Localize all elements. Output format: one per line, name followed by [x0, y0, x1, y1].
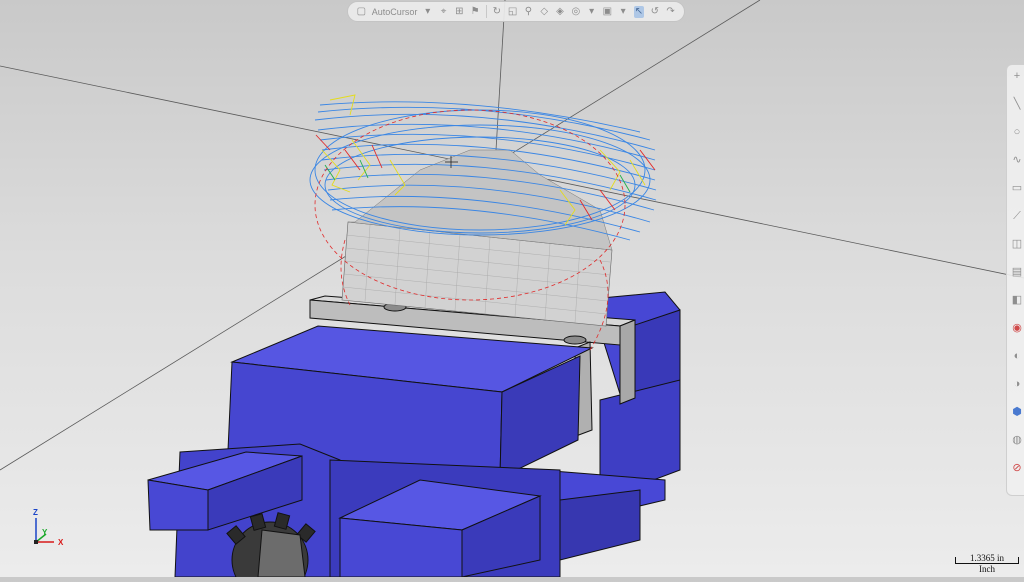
verify-icon[interactable]: ◐	[1010, 349, 1024, 363]
vise-model	[147, 291, 681, 582]
redo-icon[interactable]: ↷	[665, 6, 676, 18]
rotate-icon[interactable]: ↻	[491, 6, 502, 18]
display-dropdown-icon[interactable]: ▾	[586, 6, 597, 18]
measure-icon[interactable]: ⟋	[1010, 209, 1024, 223]
surface-icon[interactable]: ◫	[1010, 237, 1024, 251]
scale-bar: 1.3365 in Inch	[951, 553, 1023, 575]
view-triad: Z Y X	[28, 508, 68, 552]
wireframe-icon[interactable]: ◇	[539, 6, 550, 18]
settings-icon[interactable]: ◍	[1010, 433, 1024, 447]
toolpath-icon[interactable]: ◉	[1010, 321, 1024, 335]
info-icon[interactable]: ⬢	[1010, 405, 1024, 419]
graphics-viewport[interactable]	[0, 0, 1024, 582]
pointer-icon[interactable]: ↖	[633, 5, 645, 18]
scale-unit: Inch	[979, 564, 995, 574]
right-toolbar: + ╲ ○ ∿ ▭ ⟋ ◫ ▤ ◧ ◉ ◐ ◑ ⬢ ◍ ⊘	[1006, 64, 1024, 496]
backplot-icon[interactable]: ◑	[1010, 377, 1024, 391]
solid-icon[interactable]: ◧	[1010, 293, 1024, 307]
spline-icon[interactable]: ∿	[1010, 153, 1024, 167]
scale-tick-right	[1018, 557, 1019, 564]
autocursor-label[interactable]: AutoCursor	[372, 7, 418, 17]
triad-z-label: Z	[33, 508, 38, 517]
select-icon[interactable]: ◱	[507, 6, 518, 18]
filter-icon[interactable]: ⚲	[523, 6, 534, 18]
line-icon[interactable]: ╲	[1010, 97, 1024, 111]
scale-value: 1.3365 in	[969, 553, 1004, 563]
snap-point-icon[interactable]: ⌖	[438, 6, 449, 18]
box-icon[interactable]: ▣	[602, 6, 613, 18]
snap-grid-icon[interactable]: ⊞	[454, 6, 465, 18]
quick-toolbar: ▢ AutoCursor ▾ ⌖ ⊞ ⚑ ↻ ◱ ⚲ ◇ ◈ ◎ ▾ ▣ ▾ ↖…	[347, 1, 685, 22]
plus-icon[interactable]: +	[1010, 69, 1024, 83]
undo-icon[interactable]: ↺	[649, 6, 660, 18]
toolbar-divider	[485, 5, 487, 18]
flag-icon[interactable]: ⚑	[470, 6, 481, 18]
autocursor-dropdown-icon[interactable]: ▾	[422, 6, 433, 18]
no-entry-icon[interactable]: ⊘	[1010, 461, 1024, 475]
rectangle-icon[interactable]: ▭	[1010, 181, 1024, 195]
new-file-icon[interactable]: ▢	[356, 6, 367, 18]
shaded-icon[interactable]: ◈	[555, 6, 566, 18]
hidden-icon[interactable]: ◎	[570, 6, 581, 18]
model-scene	[0, 0, 1024, 582]
triad-x-label: X	[58, 538, 64, 547]
scale-tick-left	[955, 557, 956, 564]
box-dropdown-icon[interactable]: ▾	[618, 6, 629, 18]
triad-y-label: Y	[42, 528, 48, 537]
stock-icon[interactable]: ▤	[1010, 265, 1024, 279]
circle-icon[interactable]: ○	[1010, 125, 1024, 139]
